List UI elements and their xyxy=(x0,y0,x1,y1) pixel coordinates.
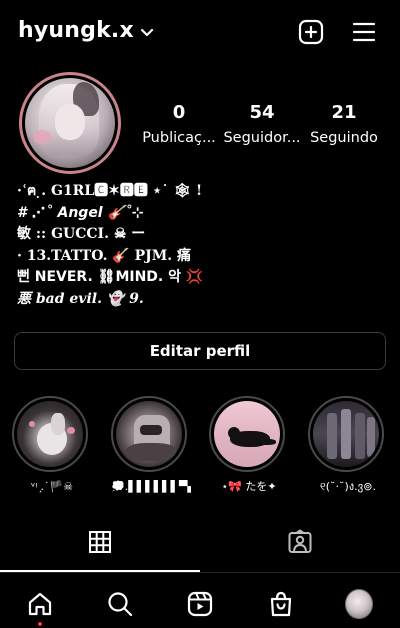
following-count: 21 xyxy=(331,102,357,123)
story-highlight[interactable]: ⋆🎀 たを✦ xyxy=(209,396,289,494)
bio-line: ·ʿฅ ̣. G1RL🅲✶🆁🅴 ⋆˙ 🕸 ! xyxy=(17,183,203,199)
highlight-label: ⋆🎀 たを✦ xyxy=(221,480,277,493)
highlight-label: ᵛᵎ ͙.˙🏴☠ xyxy=(30,480,74,493)
following-stat[interactable]: 21 Seguindo xyxy=(302,102,386,148)
followers-label: Seguidor... xyxy=(223,130,301,146)
tab-tagged[interactable] xyxy=(200,516,400,572)
highlight-cover xyxy=(313,401,379,467)
chevron-down-icon xyxy=(140,23,154,42)
followers-count: 54 xyxy=(249,102,275,123)
profile-tabs xyxy=(0,516,400,573)
profile-avatar[interactable] xyxy=(345,589,373,619)
story-highlight[interactable]: 💭.▌▌▌▌▌▌▀▄█ xyxy=(111,396,191,494)
highlight-cover xyxy=(116,401,182,467)
new-post-icon[interactable] xyxy=(297,18,325,46)
following-label: Seguindo xyxy=(310,130,378,146)
instagram-profile-screen: hyungk.x 0 Publicaç... 54 Seguidor... 21… xyxy=(0,0,400,628)
menu-icon[interactable] xyxy=(350,18,378,46)
reels-icon[interactable] xyxy=(186,590,214,618)
username: hyungk.x xyxy=(18,18,134,43)
story-highlight[interactable]: ୧(˘·˘)ง.ვ⊚. xyxy=(308,396,388,494)
top-bar: hyungk.x xyxy=(0,0,400,62)
tab-posts-grid[interactable] xyxy=(0,516,200,572)
posts-count: 0 xyxy=(172,102,186,123)
grid-icon xyxy=(88,530,112,558)
posts-stat[interactable]: 0 Publicaç... xyxy=(137,102,221,148)
highlight-label: 💭.▌▌▌▌▌▌▀▄█ xyxy=(111,480,191,493)
bio-line: 悪 bad evil. 👻 9. xyxy=(17,290,144,307)
bio-line: # ⋰˚ Angel 🎸˚⊹ xyxy=(17,204,144,221)
search-icon[interactable] xyxy=(106,590,134,618)
bio-line: 뻔 NEVER. ⛓MIND. 악 💢 xyxy=(17,269,204,285)
story-highlight[interactable]: ᵛᵎ ͙.˙🏴☠ xyxy=(12,396,92,494)
notification-dot xyxy=(38,622,42,626)
bottom-navigation xyxy=(0,578,400,628)
home-icon[interactable] xyxy=(26,590,54,618)
edit-profile-button[interactable]: Editar perfil xyxy=(14,332,386,370)
profile-bio: ·ʿฅ ̣. G1RL🅲✶🆁🅴 ⋆˙ 🕸 ! # ⋰˚ Angel 🎸˚⊹ 敏 … xyxy=(17,181,387,310)
shop-icon[interactable] xyxy=(267,590,295,618)
posts-label: Publicaç... xyxy=(142,130,216,146)
avatar-image xyxy=(25,78,115,168)
followers-stat[interactable]: 54 Seguidor... xyxy=(220,102,304,148)
highlight-cover xyxy=(17,401,83,467)
bio-line: 敏 :: GUCCI. ☠ ー xyxy=(17,226,146,242)
highlight-label: ୧(˘·˘)ง.ვ⊚. xyxy=(319,480,377,493)
tagged-icon xyxy=(287,529,313,559)
divider xyxy=(0,572,400,573)
profile-avatar[interactable] xyxy=(19,72,121,174)
bio-line: · 13.TATTO. 🎸 PJM. 痛 xyxy=(17,247,192,264)
highlight-cover xyxy=(214,401,280,467)
account-switcher[interactable]: hyungk.x xyxy=(18,18,154,43)
